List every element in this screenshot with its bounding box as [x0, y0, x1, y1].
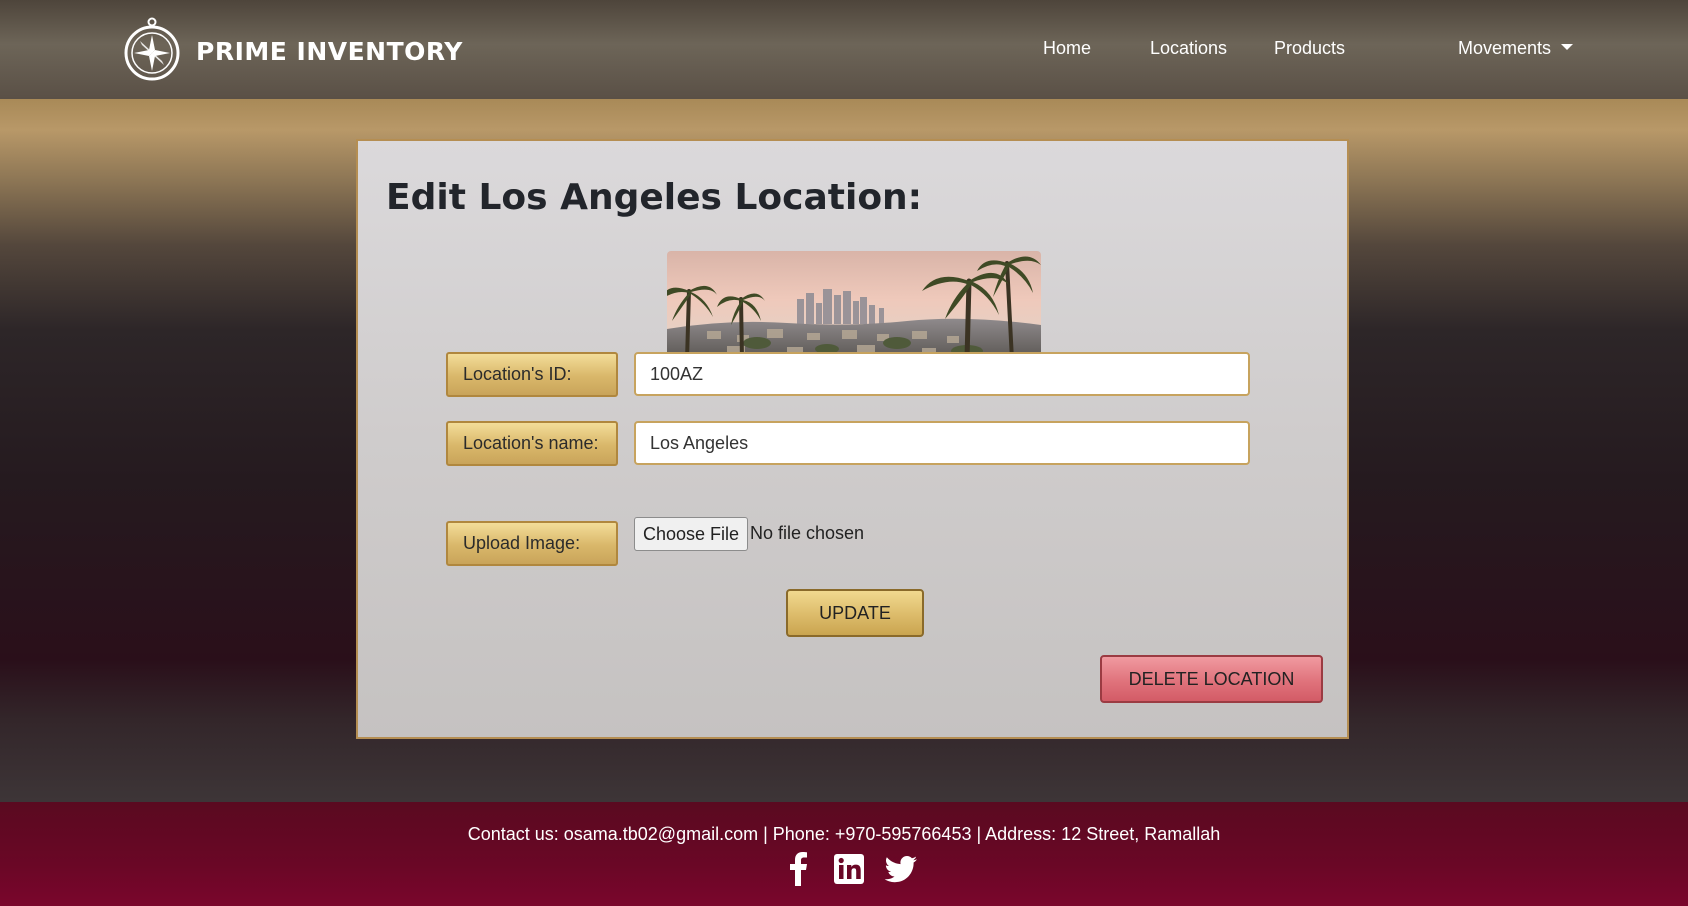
linkedin-icon[interactable]	[832, 852, 866, 886]
choose-file-button[interactable]: Choose File	[634, 517, 749, 551]
facebook-icon[interactable]	[782, 852, 816, 886]
location-id-input[interactable]	[634, 352, 1250, 396]
compass-logo-icon	[124, 17, 180, 81]
footer: Contact us: osama.tb02@gmail.com | Phone…	[0, 802, 1688, 906]
skyline-illustration	[667, 251, 1041, 360]
page-title: Edit Los Angeles Location:	[386, 177, 923, 218]
upload-image-label: Upload Image:	[446, 521, 618, 566]
caret-down-icon	[1561, 44, 1573, 50]
location-image	[667, 251, 1041, 360]
nav-locations[interactable]: Locations	[1150, 38, 1227, 59]
nav-products[interactable]: Products	[1274, 38, 1345, 59]
file-status-text: No file chosen	[750, 523, 865, 543]
twitter-icon[interactable]	[884, 852, 918, 886]
edit-location-card: Edit Los Angeles Location: Location's ID…	[356, 139, 1349, 739]
location-id-label: Location's ID:	[446, 352, 618, 397]
delete-location-button[interactable]: DELETE LOCATION	[1100, 655, 1323, 703]
update-button[interactable]: UPDATE	[786, 589, 924, 637]
nav-home[interactable]: Home	[1043, 38, 1091, 59]
brand[interactable]: PRIME INVENTORY	[124, 16, 463, 82]
location-name-input[interactable]	[634, 421, 1250, 465]
brand-name: PRIME INVENTORY	[196, 36, 463, 66]
location-name-label: Location's name:	[446, 421, 618, 466]
nav-movements-dropdown[interactable]: Movements	[1458, 38, 1573, 59]
navbar: PRIME INVENTORY Home Locations Products …	[0, 0, 1688, 99]
footer-contact: Contact us: osama.tb02@gmail.com | Phone…	[467, 824, 1221, 844]
nav-movements-label: Movements	[1457, 38, 1551, 58]
